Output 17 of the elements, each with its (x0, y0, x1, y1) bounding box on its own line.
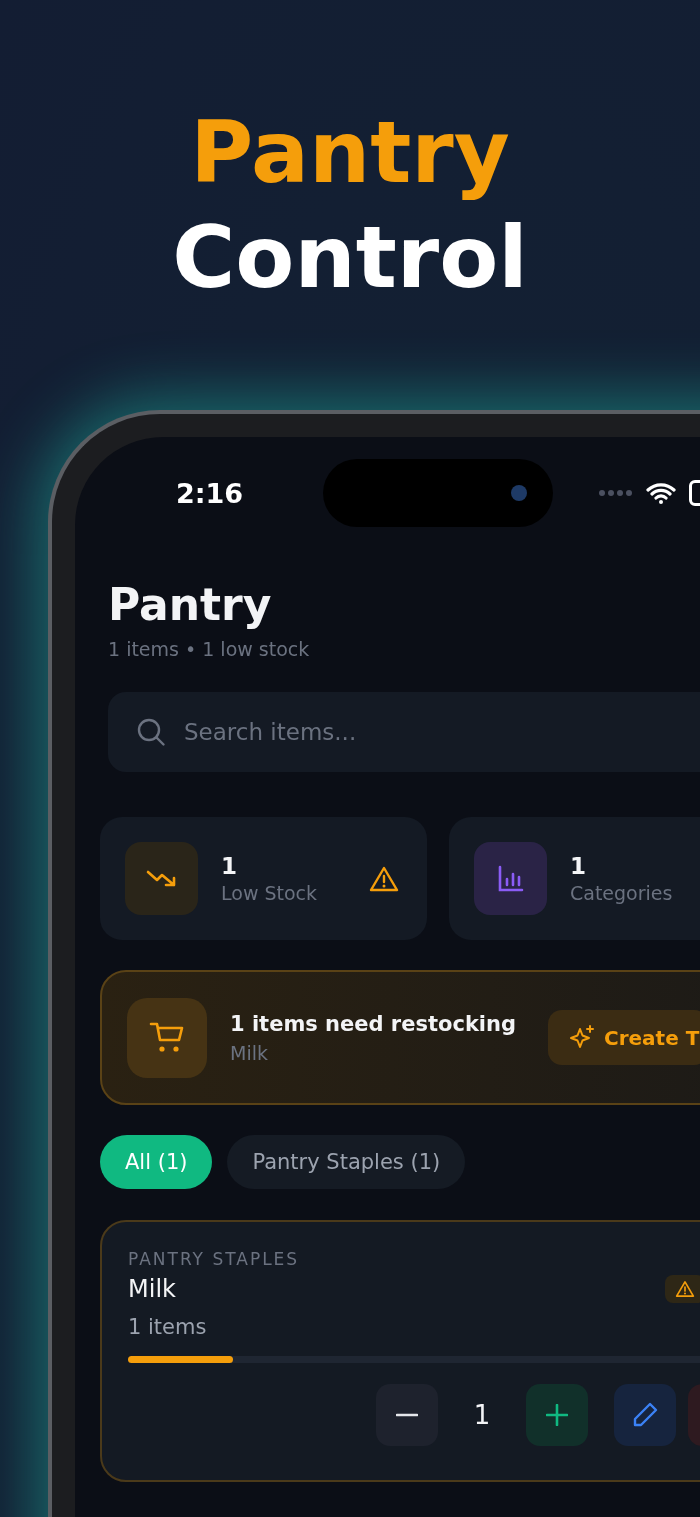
page-subtitle: 1 items • 1 low stock (108, 637, 311, 662)
search-field[interactable]: Search items... (108, 692, 700, 772)
item-category: PANTRY STAPLES (128, 1248, 301, 1270)
quantity-value: 1 (472, 1400, 492, 1430)
page-title: Pantry (108, 578, 273, 632)
stat-label: Low Stock (221, 880, 319, 906)
stat-value: 1 (221, 851, 238, 880)
filter-chip[interactable]: Pantry Staples (1) (227, 1135, 466, 1189)
item-count: 1 items (128, 1314, 208, 1341)
headline-subtitle: Control (171, 206, 529, 309)
create-button[interactable]: Create T (548, 1010, 700, 1065)
restock-title: 1 items need restocking (230, 1010, 518, 1038)
restock-items: Milk (230, 1040, 269, 1066)
stat-label: Categories (570, 880, 674, 906)
stat-value: 1 (570, 851, 587, 880)
headline-title: Pantry (189, 101, 511, 204)
item-name: Milk (128, 1275, 177, 1303)
